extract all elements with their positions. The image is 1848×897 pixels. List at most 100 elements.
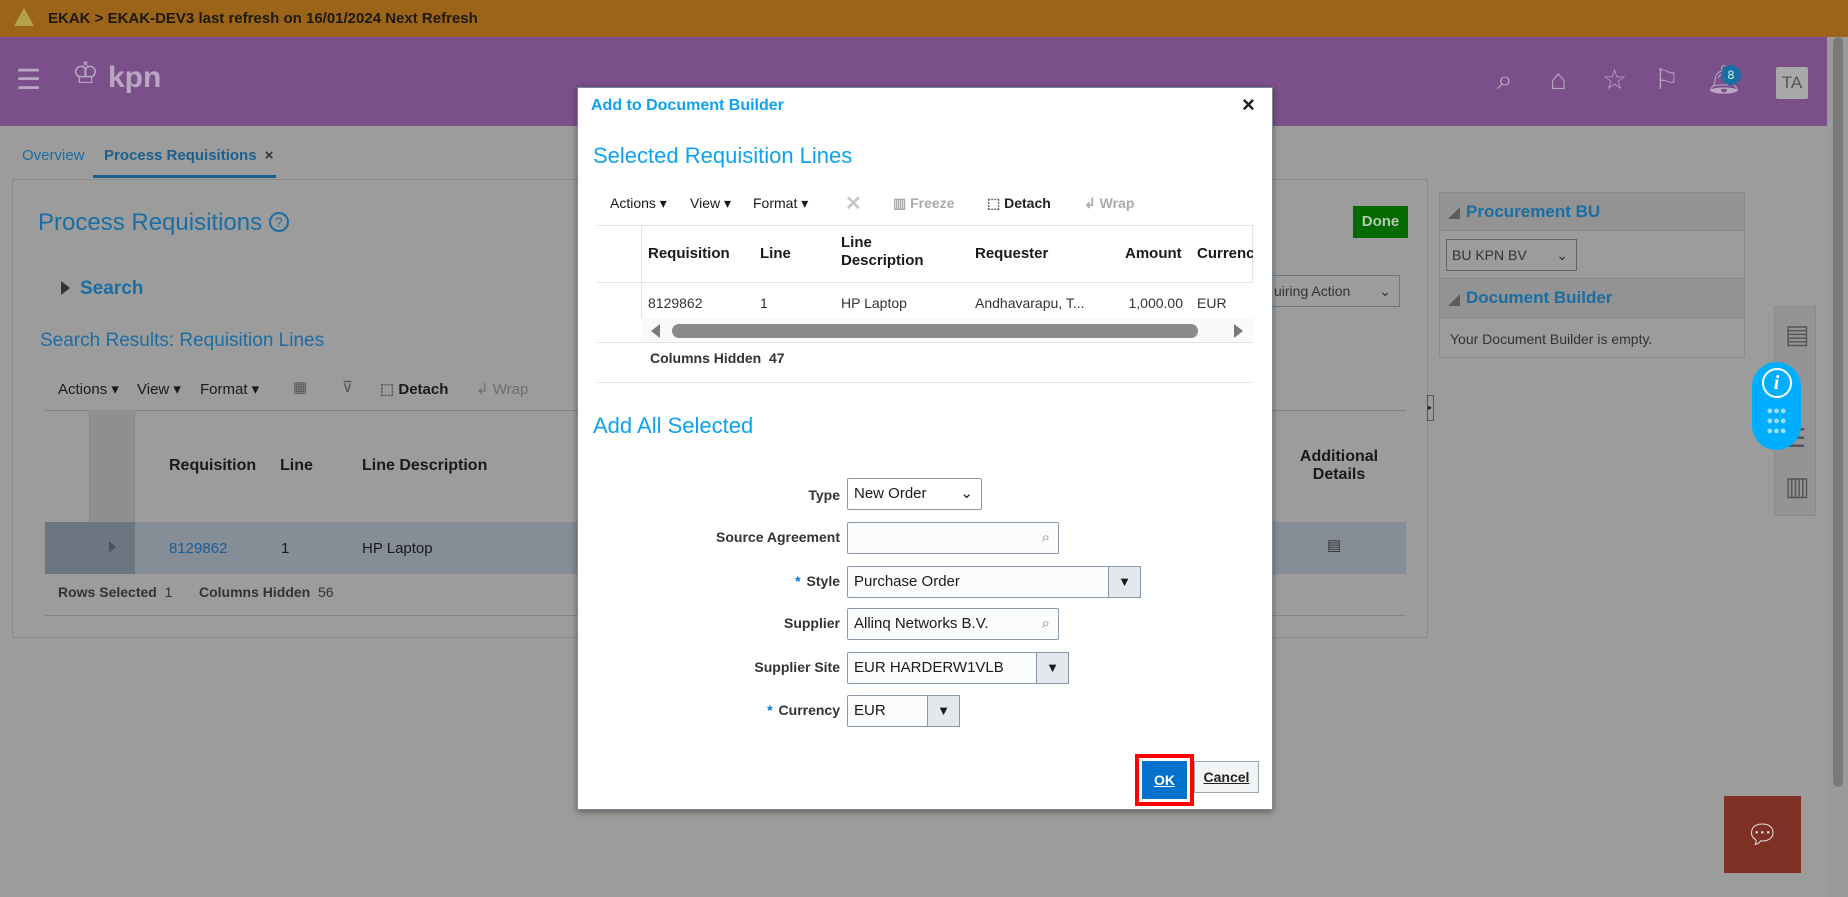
supplier-label: Supplier bbox=[783, 615, 840, 631]
document-icon[interactable]: ▤ bbox=[1785, 319, 1810, 350]
favorites-star-icon[interactable]: ☆ bbox=[1602, 65, 1627, 95]
dropdown-arrow-icon[interactable]: ▼ bbox=[927, 695, 960, 727]
page-scrollbar[interactable] bbox=[1827, 37, 1848, 897]
column-header-line-description[interactable]: Line Description bbox=[362, 457, 487, 475]
source-agreement-input[interactable]: ⌕ bbox=[847, 522, 1059, 554]
view-menu[interactable]: View ▾ bbox=[137, 380, 181, 398]
chat-button[interactable]: 💬︎ bbox=[1724, 796, 1801, 873]
chart-icon[interactable]: ▥ bbox=[1785, 471, 1810, 502]
currency-label: Currency bbox=[778, 702, 840, 718]
collapse-icon bbox=[1448, 294, 1460, 306]
actions-menu[interactable]: Actions ▾ bbox=[58, 380, 119, 398]
column-header-amount[interactable]: Amount bbox=[1125, 245, 1182, 262]
detach-button[interactable]: ⬚ Detach bbox=[380, 380, 448, 398]
help-icon[interactable]: ? bbox=[268, 212, 289, 232]
column-header-requisition[interactable]: Requisition bbox=[169, 457, 256, 475]
cell-line: 1 bbox=[760, 295, 768, 311]
dropdown-arrow-icon[interactable]: ▼ bbox=[1108, 566, 1141, 598]
tab-label: Process Requisitions bbox=[104, 147, 257, 164]
selected-lines-heading: Selected Requisition Lines bbox=[593, 143, 853, 168]
column-header-line-description[interactable]: Line Description bbox=[841, 234, 941, 270]
filter-icon[interactable]: ⊽ bbox=[342, 378, 353, 396]
close-tab-icon[interactable]: × bbox=[265, 147, 274, 164]
dialog-view-menu[interactable]: View ▾ bbox=[690, 195, 731, 212]
supplier-site-select[interactable]: EUR HARDERW1VLB ▼ bbox=[847, 652, 1069, 684]
ok-button[interactable]: OK bbox=[1142, 761, 1187, 799]
columns-icon[interactable]: ▦ bbox=[293, 378, 307, 396]
scrollbar-thumb[interactable] bbox=[672, 324, 1198, 338]
type-label: Type bbox=[808, 487, 840, 503]
cell-description: HP Laptop bbox=[362, 540, 433, 557]
wrap-icon: ↲ bbox=[1084, 195, 1096, 211]
search-icon[interactable]: ⌕ bbox=[1497, 65, 1513, 95]
environment-banner: EKAK > EKAK-DEV3 last refresh on 16/01/2… bbox=[0, 0, 1848, 37]
detach-button[interactable]: ⬚ Detach bbox=[987, 195, 1051, 212]
column-header-line[interactable]: Line bbox=[760, 245, 791, 262]
rows-selected: Rows Selected 1 bbox=[58, 584, 173, 600]
splitter-toggle[interactable]: ▸ bbox=[1427, 395, 1434, 421]
cell-requester: Andhavarapu, T... bbox=[975, 295, 1085, 311]
search-icon[interactable]: ⌕ bbox=[1042, 523, 1050, 553]
notifications-badge: 8 bbox=[1721, 65, 1741, 85]
kpn-logo: kpn bbox=[108, 61, 162, 94]
hamburger-menu-icon[interactable]: ☰ bbox=[16, 65, 41, 95]
document-builder-header[interactable]: Document Builder bbox=[1440, 278, 1744, 318]
currency-select[interactable]: EUR ▼ bbox=[847, 695, 960, 727]
requisition-link[interactable]: 8129862 bbox=[169, 540, 227, 557]
source-agreement-label: Source Agreement bbox=[716, 529, 840, 545]
flag-icon[interactable]: ⚐ bbox=[1654, 65, 1679, 95]
home-icon[interactable]: ⌂ bbox=[1550, 65, 1567, 95]
guide-widget[interactable]: i ●●● ●●● ●●● bbox=[1752, 362, 1801, 450]
cancel-button[interactable]: Cancel bbox=[1194, 761, 1259, 793]
dialog-actions-menu[interactable]: Actions ▾ bbox=[610, 195, 667, 212]
info-icon[interactable]: i bbox=[1761, 368, 1792, 398]
type-select[interactable]: New Order ⌄ bbox=[847, 478, 982, 510]
cell-description: HP Laptop bbox=[841, 295, 907, 311]
supplier-input[interactable]: Allinq Networks B.V. ⌕ bbox=[847, 608, 1059, 640]
style-select[interactable]: Purchase Order ▼ bbox=[847, 566, 1141, 598]
tab-overview[interactable]: Overview bbox=[22, 147, 85, 164]
dropdown-arrow-icon[interactable]: ▼ bbox=[1036, 652, 1069, 684]
cell-line: 1 bbox=[281, 540, 290, 557]
wrap-button[interactable]: ↲ Wrap bbox=[476, 380, 528, 398]
horizontal-scrollbar[interactable] bbox=[641, 318, 1253, 342]
cell-currency: EUR bbox=[1197, 295, 1227, 311]
column-header-currency[interactable]: Currenc bbox=[1197, 245, 1253, 262]
dialog-title: Add to Document Builder bbox=[591, 97, 784, 114]
tab-process-requisitions[interactable]: Process Requisitions × bbox=[104, 147, 274, 164]
user-avatar[interactable]: TA bbox=[1776, 67, 1808, 99]
details-icon[interactable]: ▤ bbox=[1327, 536, 1341, 554]
search-icon[interactable]: ⌕ bbox=[1042, 609, 1050, 639]
wrap-button: ↲ Wrap bbox=[1084, 195, 1135, 211]
scroll-left-icon[interactable] bbox=[651, 324, 660, 338]
scroll-right-icon[interactable] bbox=[1234, 324, 1243, 338]
row-selector[interactable] bbox=[45, 522, 135, 574]
done-button[interactable]: Done bbox=[1353, 206, 1408, 238]
expand-row-icon[interactable] bbox=[109, 541, 116, 553]
dialog-format-menu[interactable]: Format ▾ bbox=[753, 195, 808, 212]
collapse-icon bbox=[1448, 207, 1460, 219]
procurement-bu-header[interactable]: Procurement BU bbox=[1440, 193, 1744, 231]
detach-icon: ⬚ bbox=[380, 381, 395, 398]
columns-hidden: Columns Hidden 47 bbox=[650, 350, 785, 366]
results-title: Search Results: Requisition Lines bbox=[40, 330, 325, 351]
dots-grid-icon[interactable]: ●●● ●●● ●●● bbox=[1752, 406, 1801, 437]
chevron-down-icon: ⌄ bbox=[960, 485, 973, 502]
filter-select[interactable]: uiring Action ⌄ bbox=[1267, 275, 1400, 307]
cell-amount: 1,000.00 bbox=[1128, 295, 1184, 311]
cell-requisition: 8129862 bbox=[648, 295, 703, 311]
procurement-bu-select[interactable]: BU KPN BV ⌄ bbox=[1446, 239, 1577, 271]
delete-icon: ✕ bbox=[845, 193, 862, 215]
column-header-additional-details[interactable]: Additional Details bbox=[1290, 448, 1388, 484]
format-menu[interactable]: Format ▾ bbox=[200, 380, 259, 398]
column-header-requester[interactable]: Requester bbox=[975, 245, 1048, 262]
column-header-line[interactable]: Line bbox=[280, 457, 313, 475]
column-header-requisition[interactable]: Requisition bbox=[648, 245, 730, 262]
kpn-logo-icon[interactable]: ♔ bbox=[72, 59, 99, 89]
close-dialog-icon[interactable]: × bbox=[1242, 92, 1255, 118]
freeze-icon: ▥ bbox=[893, 195, 907, 211]
document-builder-empty-text: Your Document Builder is empty. bbox=[1450, 331, 1653, 347]
search-section-toggle[interactable]: Search bbox=[80, 278, 143, 300]
active-tab-indicator bbox=[93, 175, 276, 178]
expand-search-icon[interactable] bbox=[61, 281, 70, 295]
